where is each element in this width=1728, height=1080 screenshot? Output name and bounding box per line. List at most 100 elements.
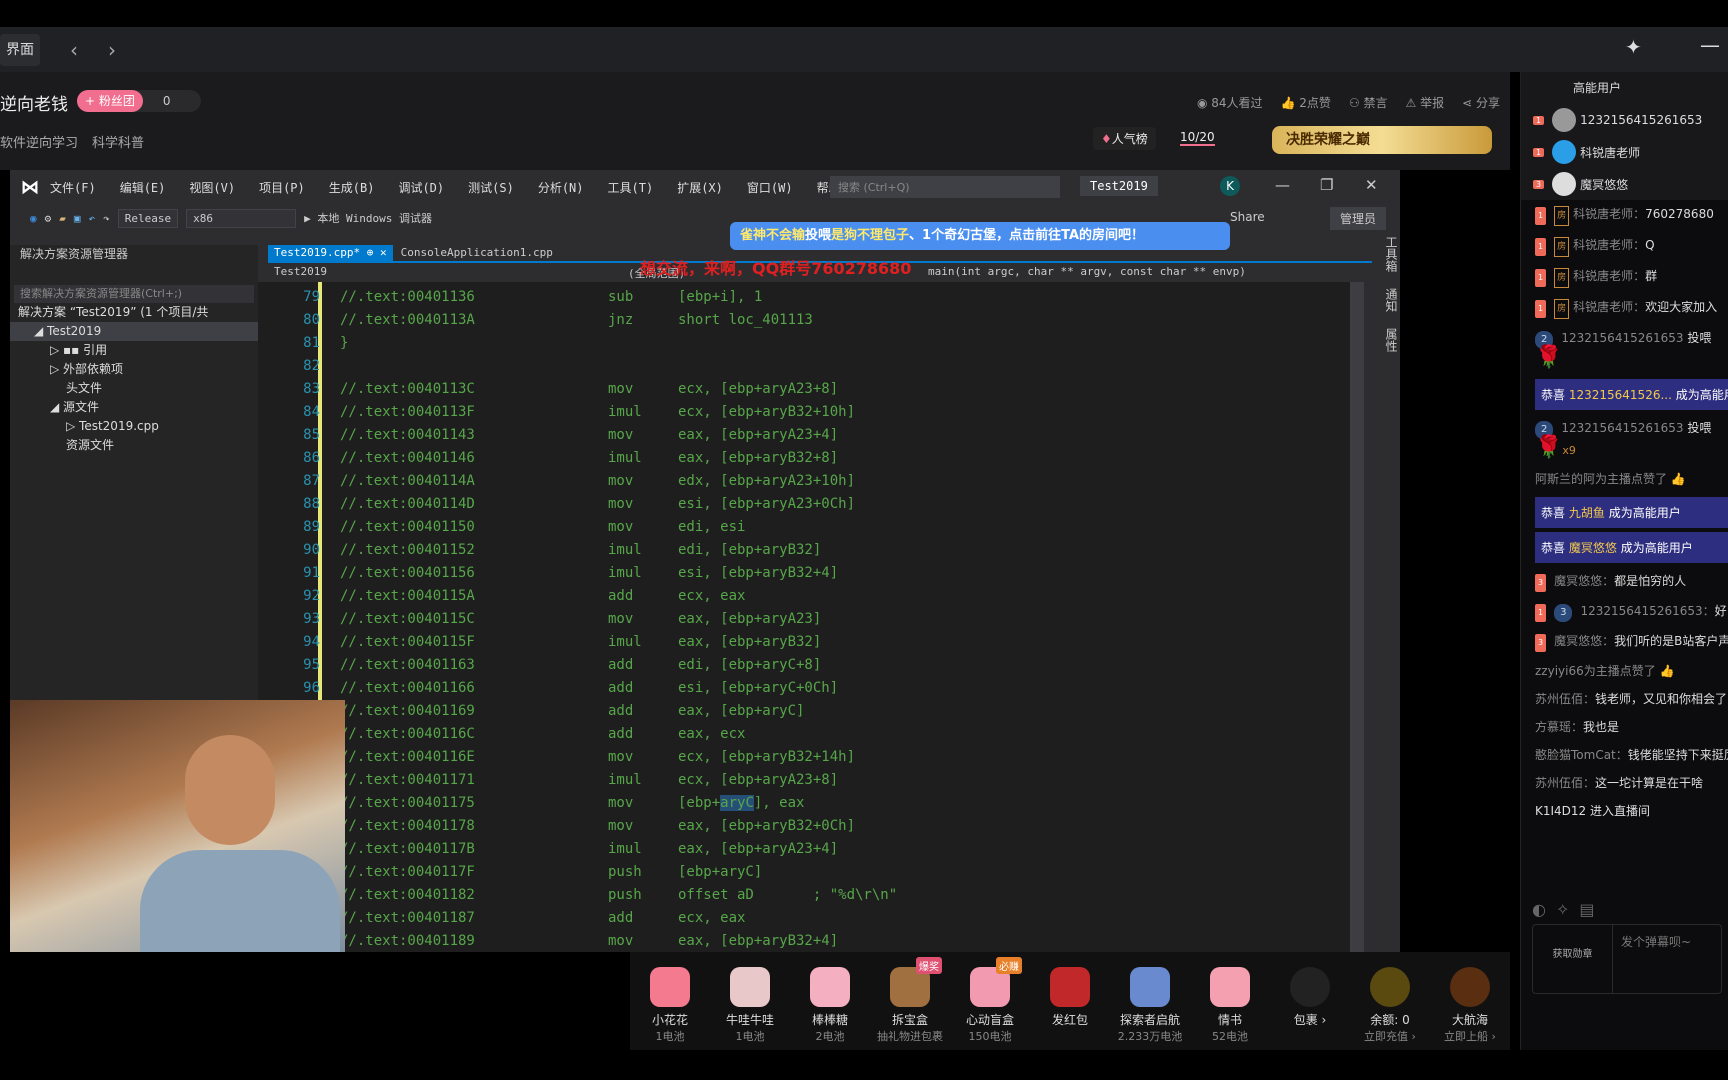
tag[interactable]: 软件逆向学习 bbox=[0, 136, 78, 151]
gift-item[interactable]: 情书 52电池 bbox=[1190, 952, 1270, 1050]
palette-icon[interactable]: ◐ bbox=[1532, 900, 1556, 919]
code-mnemonic: add bbox=[608, 657, 634, 673]
save-icon[interactable]: ▣ bbox=[74, 212, 81, 225]
gift-icon bbox=[1370, 967, 1410, 1007]
solution-explorer-title: 解决方案资源管理器 bbox=[20, 247, 129, 261]
menu-view[interactable]: 视图(V) bbox=[189, 179, 235, 196]
config-dropdown[interactable]: Release bbox=[117, 208, 179, 228]
top-user[interactable]: 1 科锐唐老师 bbox=[1521, 136, 1728, 168]
room-badge: 房 bbox=[1554, 268, 1570, 288]
gift-item[interactable]: 棒棒糖 2电池 bbox=[790, 952, 870, 1050]
chat-text: 我们听的是B站客户声音 bbox=[1614, 634, 1728, 648]
vs-search-input[interactable]: 搜索 (Ctrl+Q) bbox=[830, 176, 1060, 198]
menu-test[interactable]: 测试(S) bbox=[468, 179, 514, 196]
project-dropdown[interactable]: Test2019 bbox=[274, 265, 327, 278]
vertical-scrollbar[interactable] bbox=[1350, 282, 1364, 952]
gift-item[interactable]: 发红包 bbox=[1030, 952, 1110, 1050]
menu-extensions[interactable]: 扩展(X) bbox=[677, 179, 723, 196]
fan-club-button[interactable]: + 粉丝团 bbox=[77, 90, 143, 112]
tag[interactable]: 科学科普 bbox=[92, 136, 144, 151]
code-line: 89 //.text:00401150 mov edi, esi bbox=[258, 516, 1358, 539]
gift-price: 抽礼物进包裹 bbox=[877, 1030, 943, 1043]
report-button[interactable]: ⚠ 举报 bbox=[1406, 94, 1445, 111]
tree-item[interactable]: ▷ 外部依赖项 bbox=[10, 360, 258, 379]
toolbox-tab[interactable]: 工具箱 bbox=[1384, 236, 1398, 272]
open-icon[interactable]: ▰ bbox=[59, 212, 66, 225]
tab-test2019-cpp[interactable]: Test2019.cpp* ⊕ ✕ bbox=[268, 245, 393, 261]
gift-item[interactable]: 余额: 0 立即充值 › bbox=[1350, 952, 1430, 1050]
line-number: 94 bbox=[303, 634, 320, 650]
tree-item[interactable]: ◢ 源文件 bbox=[10, 398, 258, 417]
tab-consoleapplication1-cpp[interactable]: ConsoleApplication1.cpp bbox=[393, 245, 561, 261]
code-editor[interactable]: 79 //.text:00401136 sub [ebp+i], 1 80 //.text… bbox=[258, 282, 1360, 952]
tree-item[interactable]: 资源文件 bbox=[10, 436, 258, 455]
top-user[interactable]: 3 魔冥悠悠 bbox=[1521, 168, 1728, 200]
high-energy-users-tab[interactable]: 高能用户 bbox=[1521, 72, 1728, 104]
streamer-body bbox=[140, 850, 340, 952]
popularity-rank[interactable]: ♦人气榜 bbox=[1093, 127, 1156, 150]
share-button[interactable]: ⋖ 分享 bbox=[1462, 94, 1500, 111]
gift-item[interactable]: 小花花 1电池 bbox=[630, 952, 710, 1050]
menu-tools[interactable]: 工具(T) bbox=[608, 179, 654, 196]
danmaku-input[interactable]: 发个弹幕呗~ bbox=[1613, 925, 1699, 993]
forward-button[interactable]: › bbox=[108, 38, 116, 62]
task-progress[interactable]: 10/20 bbox=[1180, 130, 1215, 146]
code-address: //.text:0040115C bbox=[340, 611, 475, 627]
gift-item[interactable]: 爆奖 拆宝盒 抽礼物进包裹 bbox=[870, 952, 950, 1050]
gift-item[interactable]: 包裹 › bbox=[1270, 952, 1350, 1050]
tree-item[interactable]: 解决方案 “Test2019” (1 个项目/共 bbox=[10, 303, 258, 322]
tree-item[interactable]: ▷ ▪▪ 引用 bbox=[10, 341, 258, 360]
code-operands: ecx, eax bbox=[678, 588, 746, 604]
new-project-icon[interactable]: ⚙ bbox=[45, 212, 52, 225]
back-button[interactable]: ‹ bbox=[70, 38, 78, 62]
menu-project[interactable]: 项目(P) bbox=[259, 179, 305, 196]
undo-icon[interactable]: ↶ bbox=[89, 212, 96, 225]
minimize-button[interactable]: — bbox=[1275, 176, 1290, 194]
function-dropdown[interactable]: main(int argc, char ** argv, const char … bbox=[928, 265, 1246, 278]
solution-search-input[interactable]: 搜索解决方案资源管理器(Ctrl+;) bbox=[14, 285, 254, 303]
mute-button[interactable]: ⚇ 禁言 bbox=[1349, 94, 1388, 111]
menu-analyze[interactable]: 分析(N) bbox=[538, 179, 584, 196]
effects-icon[interactable]: ✧ bbox=[1556, 900, 1579, 919]
tree-item-label: ▷ Test2019.cpp bbox=[66, 419, 159, 433]
tree-item[interactable]: ▷ Test2019.cpp bbox=[10, 417, 258, 436]
close-button[interactable]: ✕ bbox=[1365, 176, 1378, 194]
menu-build[interactable]: 生成(B) bbox=[329, 179, 375, 196]
redo-icon[interactable]: ↷ bbox=[103, 212, 110, 225]
event-banner[interactable]: 决胜荣耀之巅 bbox=[1272, 126, 1492, 154]
run-debugger-button[interactable]: ▶ 本地 Windows 调试器 bbox=[304, 210, 432, 226]
top-black-bar bbox=[0, 0, 1728, 27]
properties-tab[interactable]: 属性 bbox=[1384, 328, 1398, 352]
live-share-button[interactable]: Share bbox=[1230, 210, 1265, 224]
get-medal-button[interactable]: 获取勋章 bbox=[1533, 925, 1613, 993]
menu-debug[interactable]: 调试(D) bbox=[398, 179, 444, 196]
gift-promo-banner[interactable]: 雀神不会输投喂是狗不理包子、1个奇幻古堡，点击前往TA的房间吧！ bbox=[730, 222, 1230, 250]
minimize-button[interactable]: — bbox=[1700, 33, 1720, 57]
back-nav-icon[interactable]: ◉ bbox=[30, 212, 37, 225]
code-address: //.text:00401146 bbox=[340, 450, 475, 466]
code-address: //.text:00401189 bbox=[340, 933, 475, 949]
line-number: 83 bbox=[303, 381, 320, 397]
menu-window[interactable]: 窗口(W) bbox=[747, 179, 793, 196]
danmaku-settings-icon[interactable]: ▤ bbox=[1579, 900, 1604, 919]
pin-icon[interactable]: ✦ bbox=[1625, 35, 1642, 59]
chat-message: 1 房科锐唐老师：Q bbox=[1535, 231, 1728, 262]
restore-button[interactable]: ❐ bbox=[1320, 176, 1333, 194]
menu-edit[interactable]: 编辑(E) bbox=[120, 179, 166, 196]
tree-item[interactable]: 头文件 bbox=[10, 379, 258, 398]
platform-dropdown[interactable]: x86 bbox=[186, 208, 297, 228]
notifications-tab[interactable]: 通知 bbox=[1384, 288, 1398, 312]
top-user[interactable]: 1 1232156415261653 bbox=[1521, 104, 1728, 136]
tree-item-label: ◢ Test2019 bbox=[34, 324, 102, 338]
gift-item[interactable]: 探索者启航 2.233万电池 bbox=[1110, 952, 1190, 1050]
gift-item[interactable]: 牛哇牛哇 1电池 bbox=[710, 952, 790, 1050]
gift-item[interactable]: 大航海 立即上船 › bbox=[1430, 952, 1510, 1050]
menu-file[interactable]: 文件(F) bbox=[50, 179, 96, 196]
account-avatar[interactable]: K bbox=[1220, 176, 1240, 196]
fan-club[interactable]: + 粉丝团 0 bbox=[77, 90, 201, 112]
tree-item[interactable]: ◢ Test2019 bbox=[10, 322, 258, 341]
like-button[interactable]: 👍 2点赞 bbox=[1281, 94, 1331, 111]
gift-item[interactable]: 必赚 心动盲盒 150电池 bbox=[950, 952, 1030, 1050]
window-tab[interactable]: 界面 bbox=[0, 33, 40, 66]
code-operands: eax, [ebp+aryB32+0Ch] bbox=[678, 818, 856, 834]
